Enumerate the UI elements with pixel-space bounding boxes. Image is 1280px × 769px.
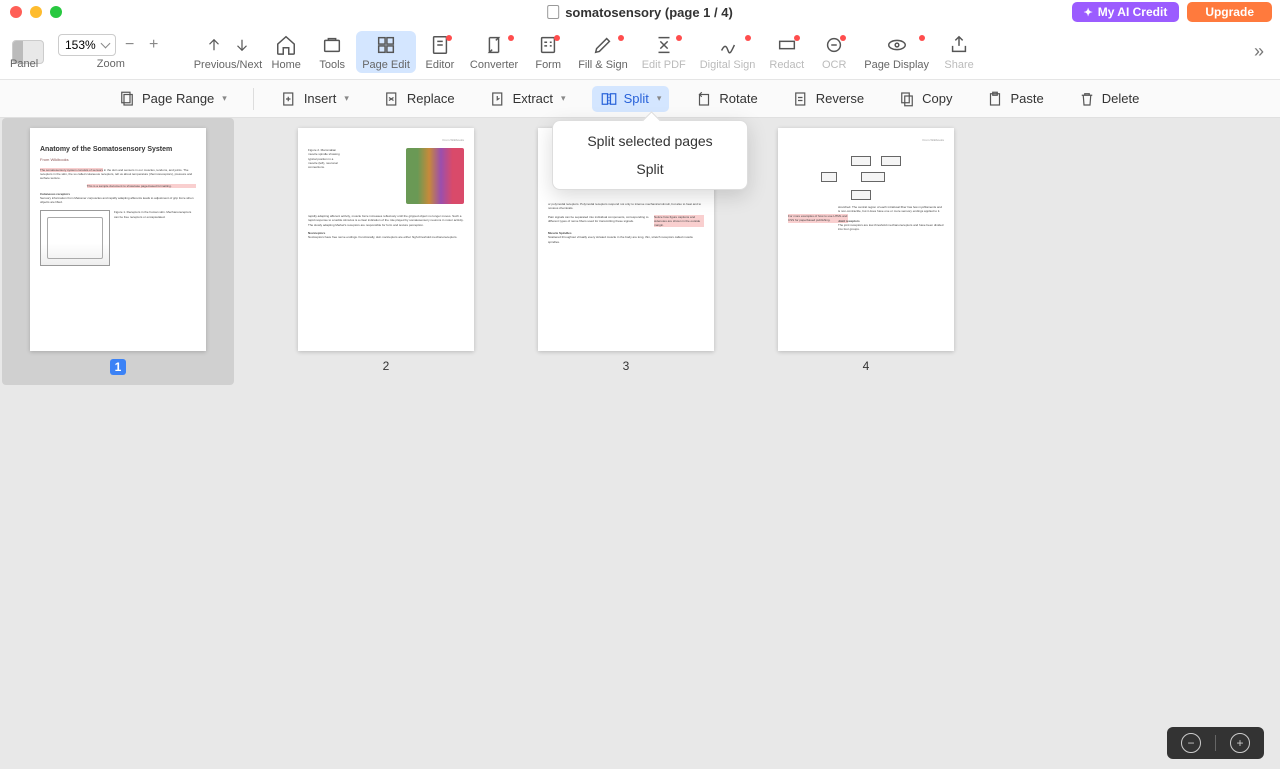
- window-maximize[interactable]: [50, 6, 62, 18]
- tab-form[interactable]: Form: [526, 31, 570, 73]
- digital-sign-icon: [716, 33, 740, 57]
- window-minimize[interactable]: [30, 6, 42, 18]
- replace-icon: [383, 90, 401, 108]
- next-page-button[interactable]: [230, 33, 254, 57]
- page-1-title: Anatomy of the Somatosensory System: [40, 146, 196, 153]
- zoom-label: Zoom: [97, 58, 125, 70]
- copy-icon: [898, 90, 916, 108]
- separator: [1215, 735, 1216, 751]
- notification-dot: [676, 35, 682, 41]
- page-range-icon: [118, 90, 136, 108]
- notification-dot: [618, 35, 624, 41]
- insert-icon: [280, 90, 298, 108]
- split-option[interactable]: Split: [553, 155, 747, 183]
- tab-edit-pdf[interactable]: Edit PDF: [636, 31, 692, 73]
- tab-share[interactable]: Share: [937, 31, 981, 73]
- delete-button[interactable]: Delete: [1070, 86, 1148, 112]
- split-selected-option[interactable]: Split selected pages: [553, 127, 747, 155]
- ai-credit-label: My AI Credit: [1098, 5, 1168, 19]
- window-close[interactable]: [10, 6, 22, 18]
- page-2-image: [406, 148, 464, 204]
- rotate-icon: [695, 90, 713, 108]
- zoom-select[interactable]: 153%: [58, 34, 116, 56]
- split-dropdown: Split selected pages Split: [552, 120, 748, 190]
- tab-page-edit[interactable]: Page Edit: [356, 31, 416, 73]
- page-1-diagram: [40, 210, 110, 266]
- home-icon: [274, 33, 298, 57]
- document-icon: [547, 5, 559, 19]
- notification-dot: [794, 35, 800, 41]
- chevron-down-icon: ▾: [344, 93, 349, 104]
- page-number-4: 4: [863, 359, 870, 373]
- tab-fill-sign[interactable]: Fill & Sign: [572, 31, 634, 73]
- page-thumbnail-2[interactable]: From Wikibooks Figure 2. Mammalian muscl…: [298, 128, 474, 373]
- previous-page-button[interactable]: [202, 33, 226, 57]
- tab-page-display[interactable]: Page Display: [858, 31, 935, 73]
- ai-credit-button[interactable]: ✦ My AI Credit: [1072, 2, 1180, 22]
- zoom-in-button[interactable]: +: [144, 35, 164, 55]
- reverse-icon: [792, 90, 810, 108]
- window-title: somatosensory (page 1 / 4): [565, 5, 733, 20]
- copy-button[interactable]: Copy: [890, 86, 960, 112]
- thumbnail-grid: Anatomy of the Somatosensory System From…: [0, 118, 1280, 769]
- chevron-down-icon: [100, 39, 110, 49]
- notification-dot: [508, 35, 514, 41]
- split-icon: [600, 90, 618, 108]
- page-display-icon: [885, 33, 909, 57]
- grid-icon: [374, 33, 398, 57]
- page-thumbnail-4[interactable]: From Wikibooks For more examples of how …: [778, 128, 954, 373]
- more-button[interactable]: »: [1244, 41, 1274, 62]
- notification-dot: [840, 35, 846, 41]
- zoom-status-bar: − +: [1167, 727, 1264, 759]
- tools-icon: [320, 33, 344, 57]
- page-range-button[interactable]: Page Range ▾: [110, 86, 235, 112]
- notification-dot: [745, 35, 751, 41]
- notification-dot: [919, 35, 925, 41]
- upgrade-button[interactable]: Upgrade: [1187, 2, 1272, 22]
- prevnext-label: Previous/Next: [194, 59, 262, 71]
- converter-icon: [482, 33, 506, 57]
- tab-redact[interactable]: Redact: [763, 31, 810, 73]
- chevron-down-icon: ▾: [657, 93, 662, 104]
- page-number-1: 1: [110, 359, 127, 375]
- tab-tools[interactable]: Tools: [310, 31, 354, 73]
- extract-icon: [489, 90, 507, 108]
- tab-ocr[interactable]: OCR: [812, 31, 856, 73]
- paste-icon: [986, 90, 1004, 108]
- edit-pdf-icon: [652, 33, 676, 57]
- insert-button[interactable]: Insert ▾: [272, 86, 357, 112]
- tab-editor[interactable]: Editor: [418, 31, 462, 73]
- page-number-3: 3: [623, 359, 630, 373]
- reverse-button[interactable]: Reverse: [784, 86, 872, 112]
- delete-icon: [1078, 90, 1096, 108]
- zoom-out-button[interactable]: −: [120, 35, 140, 55]
- rotate-button[interactable]: Rotate: [687, 86, 765, 112]
- tab-converter[interactable]: Converter: [464, 31, 524, 73]
- chevron-down-icon: ▾: [222, 93, 227, 104]
- tab-digital-sign[interactable]: Digital Sign: [694, 31, 762, 73]
- share-icon: [947, 33, 971, 57]
- separator: [253, 88, 254, 110]
- replace-button[interactable]: Replace: [375, 86, 463, 112]
- chevron-down-icon: ▾: [561, 93, 566, 104]
- fill-sign-icon: [591, 33, 615, 57]
- page-thumbnail-1[interactable]: Anatomy of the Somatosensory System From…: [2, 118, 234, 385]
- page-number-2: 2: [383, 359, 390, 373]
- zoom-out-status[interactable]: −: [1181, 733, 1201, 753]
- page-4-diagram: [811, 150, 921, 206]
- tab-home[interactable]: Home: [264, 31, 308, 73]
- notification-dot: [554, 35, 560, 41]
- zoom-in-status[interactable]: +: [1230, 733, 1250, 753]
- notification-dot: [446, 35, 452, 41]
- panel-label: Panel: [10, 58, 38, 70]
- sparkle-icon: ✦: [1084, 6, 1093, 19]
- paste-button[interactable]: Paste: [978, 86, 1051, 112]
- split-button[interactable]: Split ▾: [592, 86, 670, 112]
- page-1-subtitle: From Wikibooks: [40, 157, 196, 162]
- extract-button[interactable]: Extract ▾: [481, 86, 574, 112]
